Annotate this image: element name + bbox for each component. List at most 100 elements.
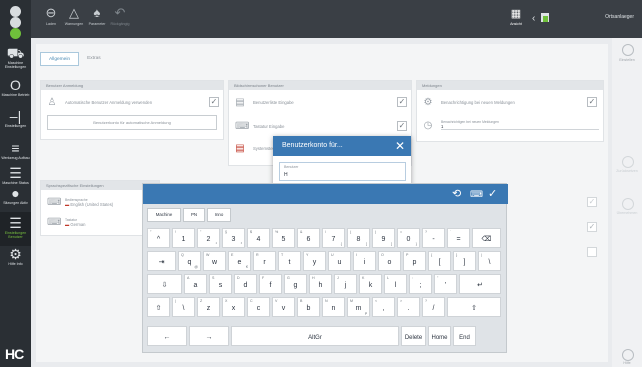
key[interactable]: /?	[422, 297, 445, 317]
sidebar-item-gear[interactable]: ⚙ Hilfe Info	[0, 243, 31, 277]
close-icon[interactable]: ✕	[395, 139, 405, 153]
key[interactable]: 3 § ³	[222, 228, 245, 248]
key[interactable]: 8 ([	[347, 228, 370, 248]
key[interactable]: ⇥	[147, 251, 176, 271]
key[interactable]: End	[453, 326, 476, 346]
sidebar-item-machine[interactable]: ⛟ Maschine Einstellungen	[0, 42, 31, 76]
key[interactable]: . >	[397, 297, 420, 317]
key[interactable]: \ |	[478, 251, 501, 271]
key[interactable]: ↵	[459, 274, 501, 294]
key[interactable]: dD	[234, 274, 257, 294]
key[interactable]: ⇧	[447, 297, 501, 317]
key[interactable]: q Q @	[178, 251, 201, 271]
key[interactable]: rR	[253, 251, 276, 271]
key[interactable]: hH	[309, 274, 332, 294]
rail-help-icon[interactable]	[622, 349, 634, 361]
undo-button[interactable]: ↶ Rückgängig	[108, 4, 132, 34]
key[interactable]: 5%	[272, 228, 295, 248]
key[interactable]: lL	[384, 274, 407, 294]
layout-button[interactable]: Machine	[147, 208, 181, 222]
key[interactable]: ⇧	[147, 297, 170, 317]
key[interactable]: 1!	[172, 228, 195, 248]
key[interactable]: wW	[203, 251, 226, 271]
layout-button[interactable]: Inno	[207, 208, 231, 222]
key[interactable]: kK	[359, 274, 382, 294]
save-button[interactable]: ⊖ Laden	[39, 4, 63, 34]
key[interactable]: →	[189, 326, 229, 346]
key-label: d	[243, 282, 248, 289]
key[interactable]: = `	[447, 228, 470, 248]
username-input[interactable]: Benutzer H	[279, 162, 406, 181]
key[interactable]: fF	[259, 274, 282, 294]
rail-apply-icon[interactable]	[622, 198, 634, 210]
key[interactable]: xX	[222, 297, 245, 317]
key[interactable]: jJ	[334, 274, 357, 294]
sidebar-item-dot[interactable]: ● Sitzungen Aktiv	[0, 182, 31, 216]
key[interactable]: vV	[272, 297, 295, 317]
key[interactable]: cC	[247, 297, 270, 317]
key[interactable]: iI	[353, 251, 376, 271]
faded-checkbox[interactable]: ✓	[587, 197, 597, 207]
tree-button[interactable]: ♠ Parameter	[85, 4, 109, 34]
userlist-checkbox[interactable]: ✓	[397, 97, 407, 107]
key[interactable]: 4 $	[247, 228, 270, 248]
key[interactable]: 0 =}	[397, 228, 420, 248]
tab-general[interactable]: Allgemein	[40, 52, 80, 66]
key[interactable]: 6 &	[297, 228, 320, 248]
key[interactable]: e E €	[228, 251, 251, 271]
reset-icon[interactable]: ⟲	[452, 187, 461, 201]
key[interactable]: , <	[372, 297, 395, 317]
key[interactable]: 7 / {	[322, 228, 345, 248]
faded-checkbox[interactable]: ✓	[587, 222, 597, 232]
sidebar-item-standby[interactable]: –| Einstellungen	[0, 105, 31, 139]
key[interactable]: ;:	[409, 274, 432, 294]
key[interactable]: nN	[322, 297, 345, 317]
faded-checkbox[interactable]	[587, 247, 597, 257]
apps-button[interactable]: ▦ Ansicht	[506, 6, 526, 32]
key[interactable]: oO	[378, 251, 401, 271]
key[interactable]: [{	[428, 251, 451, 271]
key[interactable]: AltGr	[231, 326, 399, 346]
key[interactable]: bB	[297, 297, 320, 317]
auto-login-checkbox[interactable]: ✓	[209, 97, 219, 107]
key[interactable]: tT	[278, 251, 301, 271]
key[interactable]: zZ	[197, 297, 220, 317]
key[interactable]: Delete	[401, 326, 426, 346]
key[interactable]: ←	[147, 326, 187, 346]
key[interactable]: ⇩	[147, 274, 182, 294]
rail-reset-icon[interactable]	[622, 156, 634, 168]
key[interactable]: \ |	[172, 297, 195, 317]
key[interactable]: Home	[428, 326, 451, 346]
warning-button[interactable]: △ Warnungen	[62, 4, 86, 34]
key[interactable]: pP	[403, 251, 426, 271]
sidebar-item-settings[interactable]: ☰ Einstellungen Benutzer	[0, 212, 31, 246]
confirm-check-icon[interactable]: ✓	[488, 187, 497, 201]
tab-extras[interactable]: Extras	[79, 52, 109, 66]
back-chevron-icon[interactable]: ‹	[532, 13, 535, 24]
notify-count-field[interactable]: Benachrichtigen bei neuen Meldungen 1	[441, 120, 599, 130]
sidebar-item-power[interactable]: O Maschine Betrieb	[0, 74, 31, 108]
rail-settings-icon[interactable]	[622, 44, 634, 56]
key[interactable]: ^ °	[147, 228, 170, 248]
layout-button[interactable]: PN	[183, 208, 205, 222]
key[interactable]: ⌫	[472, 228, 501, 248]
key[interactable]: -?	[422, 228, 445, 248]
auto-login-account-button[interactable]: Benutzerkonto für automatische Anmeldung	[47, 115, 217, 130]
notify-checkbox[interactable]: ✓	[587, 97, 597, 107]
key-shift-label: =	[400, 230, 403, 234]
key[interactable]: mMµ	[347, 297, 370, 317]
keyboard-layout-field[interactable]: Tastatur ▬ German	[65, 218, 86, 227]
key[interactable]: ]}	[453, 251, 476, 271]
key[interactable]: 9)]	[372, 228, 395, 248]
keyboard-checkbox[interactable]: ✓	[397, 121, 407, 131]
key[interactable]: yY	[303, 251, 326, 271]
key[interactable]: ' "	[434, 274, 457, 294]
current-user[interactable]: Ortsanlaeger	[554, 14, 642, 20]
key[interactable]: 2 " ²	[197, 228, 220, 248]
ui-language-field[interactable]: Bediensprache ▬ English (United States)	[65, 198, 113, 207]
key[interactable]: aA	[184, 274, 207, 294]
keyboard-toggle-icon[interactable]: ⌨	[470, 187, 483, 201]
key[interactable]: uU	[328, 251, 351, 271]
key[interactable]: sS	[209, 274, 232, 294]
key[interactable]: gG	[284, 274, 307, 294]
